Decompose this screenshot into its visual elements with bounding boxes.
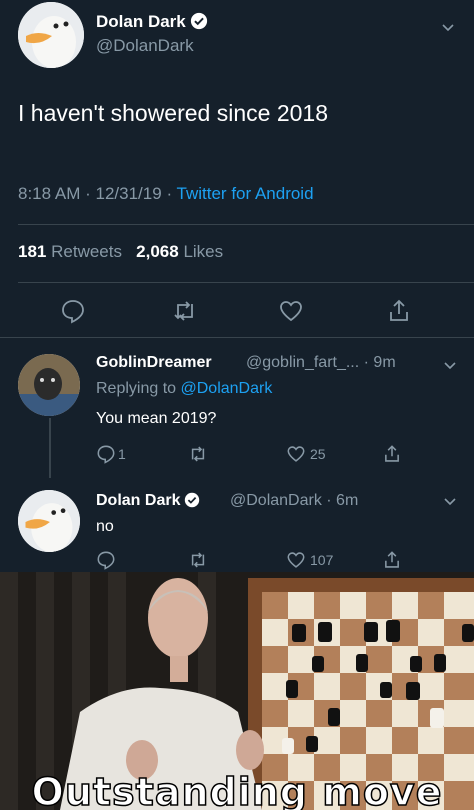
goblin-avatar-icon [18, 354, 80, 416]
tweet-source-link[interactable]: Twitter for Android [177, 184, 314, 203]
reply-tweet[interactable]: Dolan Dark @DolanDark · 6m no 107 [0, 478, 474, 572]
tweet-date: 12/31/19 [95, 184, 162, 203]
retweet-icon[interactable] [172, 298, 198, 324]
author-name-text: Dolan Dark [96, 12, 186, 31]
verified-badge-icon [190, 12, 207, 30]
tweet-text: I haven't showered since 2018 [18, 100, 328, 126]
divider [18, 282, 474, 283]
meme-caption: Outstanding move [31, 769, 443, 810]
share-icon[interactable] [382, 444, 402, 464]
divider [18, 224, 474, 225]
likes-stat[interactable]: 2,068 Likes [136, 242, 223, 261]
goose-avatar-icon [18, 2, 84, 68]
avatar[interactable] [18, 354, 80, 416]
replying-to: Replying to @DolanDark [96, 380, 272, 398]
share-icon[interactable] [382, 550, 402, 570]
like-count: 107 [310, 552, 334, 568]
share-icon[interactable] [386, 298, 412, 324]
chevron-down-icon[interactable] [440, 20, 456, 36]
likes-count: 2,068 [136, 242, 179, 261]
author-name[interactable]: Dolan Dark [96, 12, 208, 32]
reply-author-name[interactable]: GoblinDreamer [96, 354, 212, 372]
reply-text: You mean 2019? [96, 410, 217, 427]
chevron-down-icon[interactable] [442, 494, 458, 510]
tweet-time: 8:18 AM [18, 184, 81, 203]
tweet-stats: 181 Retweets 2,068 Likes [18, 242, 223, 262]
like-count: 25 [310, 446, 326, 462]
retweet-icon[interactable] [188, 444, 208, 464]
likes-label: Likes [183, 242, 224, 261]
avatar[interactable] [18, 2, 84, 68]
tweet-meta: 8:18 AM · 12/31/19 · Twitter for Android [18, 184, 314, 204]
reply-icon[interactable] [96, 550, 116, 570]
chevron-down-icon[interactable] [442, 358, 458, 374]
goose-avatar-icon [18, 490, 80, 552]
main-tweet: Dolan Dark @DolanDark I haven't showered… [0, 0, 474, 338]
retweets-stat[interactable]: 181 Retweets [18, 242, 122, 261]
reply-tweet[interactable]: GoblinDreamer @goblin_fart_... · 9m Repl… [0, 338, 474, 478]
reply-icon[interactable] [60, 298, 86, 324]
author-handle[interactable]: @DolanDark [96, 36, 194, 56]
retweet-icon[interactable] [188, 550, 208, 570]
heart-icon[interactable] [286, 444, 306, 464]
reply-handle-time: @DolanDark · 6m [230, 492, 359, 509]
heart-icon[interactable] [278, 298, 304, 324]
separator: · [166, 184, 173, 203]
replying-prefix: Replying to [96, 380, 177, 397]
avatar[interactable] [18, 490, 80, 552]
reply-text: no [96, 518, 114, 535]
replying-to-link[interactable]: @DolanDark [181, 380, 273, 397]
reply-author-name[interactable]: Dolan Dark [96, 492, 200, 510]
verified-badge-icon [185, 492, 200, 508]
reply-handle-time: @goblin_fart_... · 9m [246, 354, 396, 371]
reply-count: 1 [118, 446, 126, 462]
retweets-count: 181 [18, 242, 47, 261]
reply-icon[interactable] [96, 444, 116, 464]
separator: · [85, 184, 91, 203]
retweets-label: Retweets [51, 242, 122, 261]
meme-image: Outstanding move [0, 572, 474, 810]
thread-line [49, 418, 51, 486]
heart-icon[interactable] [286, 550, 306, 570]
reply-author-name-text: Dolan Dark [96, 492, 181, 509]
